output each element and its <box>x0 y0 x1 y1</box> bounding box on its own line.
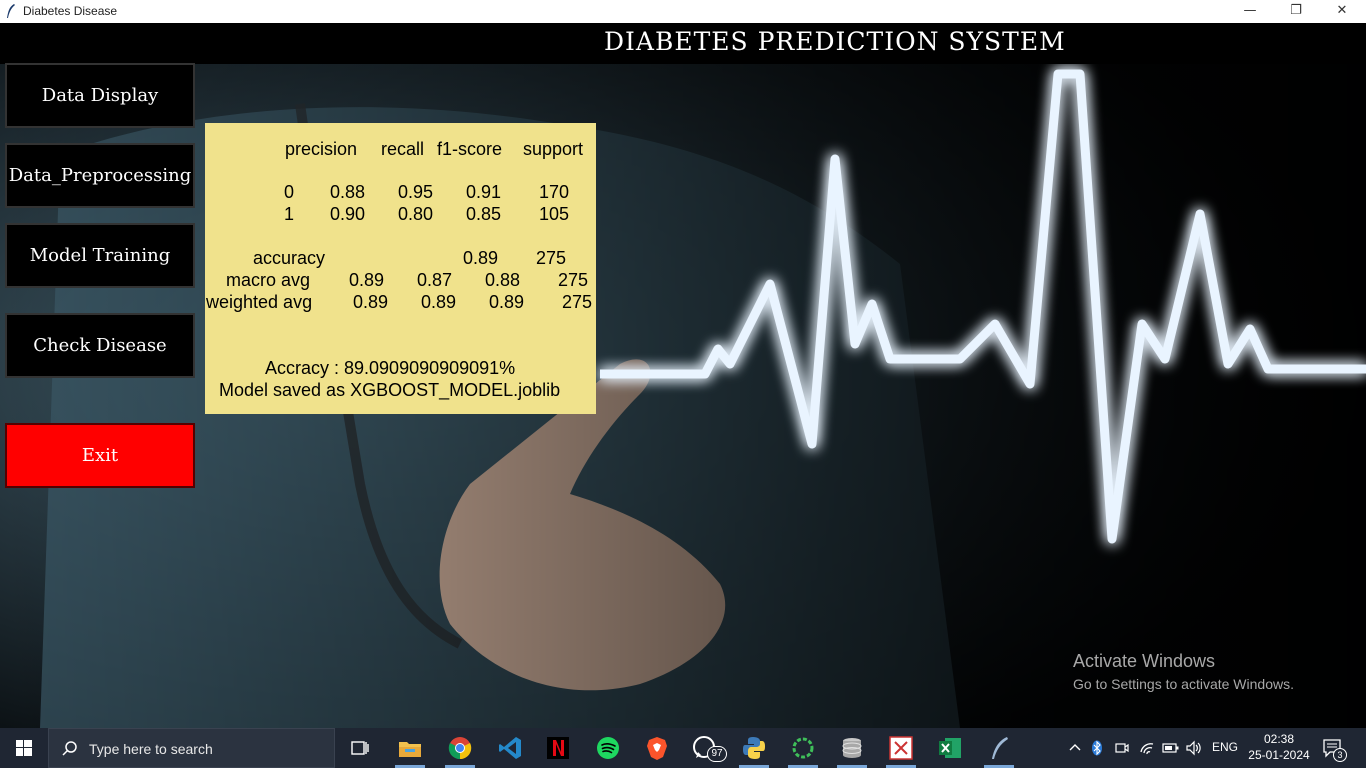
chevron-up-icon[interactable] <box>1068 741 1082 755</box>
task-view-icon[interactable] <box>346 734 374 762</box>
macro-avg-precision: 0.89 <box>349 270 385 290</box>
feather-app-icon[interactable] <box>985 734 1013 762</box>
row-0-f1: 0.91 <box>466 182 502 202</box>
refresh-app-icon[interactable] <box>789 734 817 762</box>
battery-icon[interactable] <box>1162 740 1180 756</box>
model-training-button[interactable]: Model Training <box>5 223 195 288</box>
accuracy-f1: 0.89 <box>463 248 499 268</box>
accuracy-label: accuracy <box>253 248 326 268</box>
macro-avg-support: 275 <box>558 270 589 290</box>
python-icon[interactable] <box>740 734 768 762</box>
meet-now-icon[interactable] <box>1114 740 1130 756</box>
classification-report: precision recall f1-score support 0 0.88… <box>205 123 596 414</box>
accuracy-support: 275 <box>536 248 567 268</box>
search-icon <box>62 741 77 756</box>
spotify-icon[interactable] <box>594 734 622 762</box>
activation-watermark-title: Activate Windows <box>1073 651 1216 671</box>
weighted-avg-precision: 0.89 <box>353 292 389 312</box>
row-0-label: 0 <box>284 182 295 202</box>
brave-icon[interactable] <box>643 734 671 762</box>
row-1-label: 1 <box>284 204 295 224</box>
clock-date: 25-01-2024 <box>1248 748 1310 762</box>
exit-button[interactable]: Exit <box>5 423 195 488</box>
page-title: DIABETES PREDICTION SYSTEM <box>604 27 1066 56</box>
language-indicator[interactable]: ENG <box>1212 740 1238 754</box>
row-1-f1: 0.85 <box>466 204 502 224</box>
row-0-precision: 0.88 <box>330 182 366 202</box>
whatsapp-badge: 97 <box>707 746 727 762</box>
netflix-icon[interactable] <box>544 734 572 762</box>
clock-time: 02:38 <box>1263 732 1295 746</box>
bluetooth-icon[interactable] <box>1091 740 1103 756</box>
search-box[interactable]: Type here to search <box>48 728 335 768</box>
weighted-avg-support: 275 <box>562 292 593 312</box>
header-bar: DIABETES PREDICTION SYSTEM <box>0 23 1366 64</box>
excel-icon[interactable] <box>936 734 964 762</box>
row-1-precision: 0.90 <box>330 204 366 224</box>
taskbar: Type here to search 97 ENG 02:38 25-01-2… <box>0 728 1366 768</box>
file-explorer-icon[interactable] <box>396 734 424 762</box>
weighted-avg-label: weighted avg <box>206 292 313 312</box>
weighted-avg-f1: 0.89 <box>489 292 525 312</box>
app-window: DIABETES PREDICTION SYSTEM Data Display … <box>0 23 1366 728</box>
search-placeholder: Type here to search <box>89 741 213 757</box>
windows-start-icon[interactable] <box>0 728 48 768</box>
wifi-icon[interactable] <box>1139 740 1155 756</box>
header-recall: recall <box>381 139 425 159</box>
row-0-support: 170 <box>539 182 570 202</box>
macro-avg-f1: 0.88 <box>485 270 521 290</box>
window-titlebar: Diabetes Disease — ❐ ✕ <box>0 0 1366 23</box>
activation-watermark-text: Go to Settings to activate Windows. <box>1073 676 1294 692</box>
check-disease-button[interactable]: Check Disease <box>5 313 195 378</box>
weighted-avg-recall: 0.89 <box>421 292 457 312</box>
vscode-icon[interactable] <box>496 734 524 762</box>
data-display-button[interactable]: Data Display <box>5 63 195 128</box>
row-1-support: 105 <box>539 204 570 224</box>
snipping-icon[interactable] <box>887 734 915 762</box>
row-0-recall: 0.95 <box>398 182 434 202</box>
minimize-button[interactable]: — <box>1227 0 1273 23</box>
volume-icon[interactable] <box>1185 740 1203 756</box>
close-button[interactable]: ✕ <box>1319 0 1365 23</box>
window-title: Diabetes Disease <box>23 4 118 18</box>
database-icon[interactable] <box>838 734 866 762</box>
data-preprocessing-button[interactable]: Data_Preprocessing <box>5 143 195 208</box>
row-1-recall: 0.80 <box>398 204 434 224</box>
maximize-button[interactable]: ❐ <box>1273 0 1319 23</box>
clock[interactable]: 02:38 25-01-2024 <box>1244 731 1314 763</box>
header-f1-score: f1-score <box>437 139 503 159</box>
header-precision: precision <box>285 139 358 159</box>
feather-icon <box>7 4 15 18</box>
header-support: support <box>523 139 584 159</box>
notification-badge: 3 <box>1333 748 1347 762</box>
macro-avg-recall: 0.87 <box>417 270 453 290</box>
chrome-icon[interactable] <box>446 734 474 762</box>
model-saved-message: Model saved as XGBOOST_MODEL.joblib <box>219 380 561 400</box>
macro-avg-label: macro avg <box>226 270 311 290</box>
accuracy-result: Accracy : 89.0909090909091% <box>265 358 516 378</box>
